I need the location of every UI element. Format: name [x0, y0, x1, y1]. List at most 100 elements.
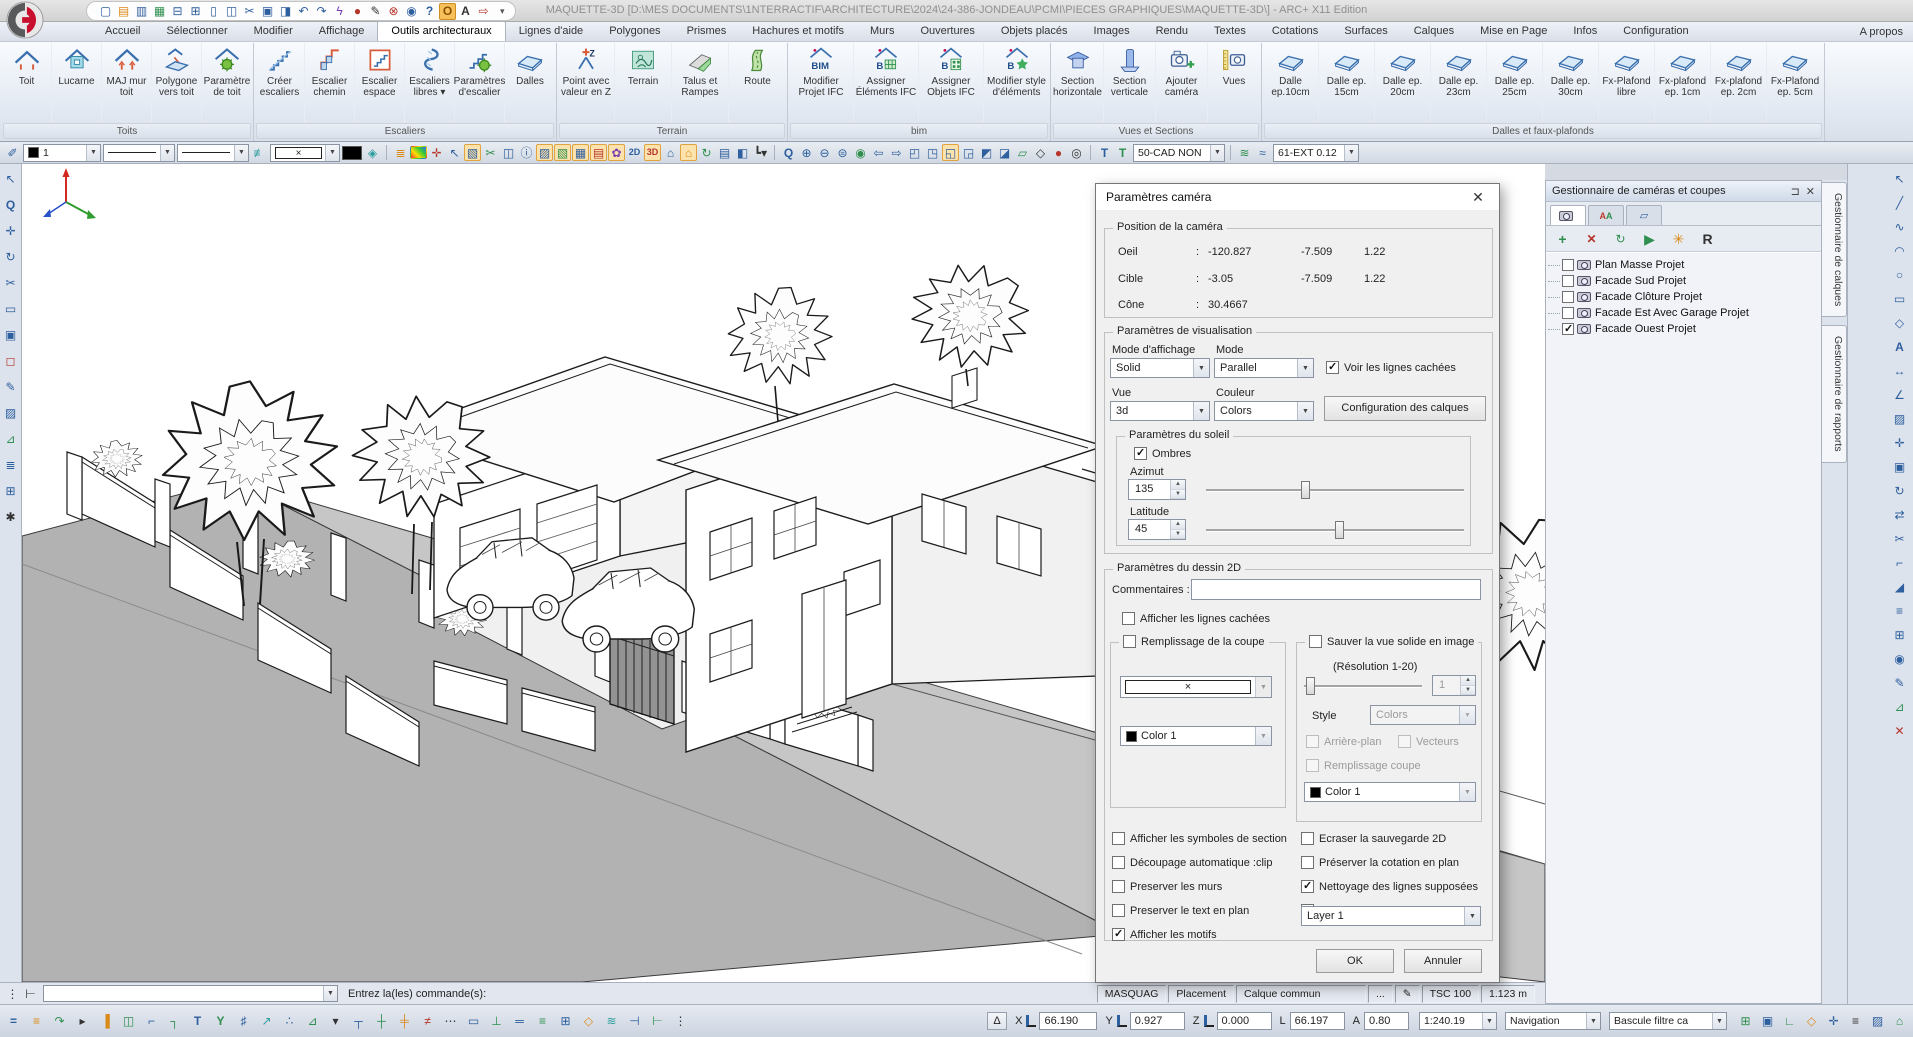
camera-checkbox[interactable]: [1562, 291, 1574, 303]
menu-tab-textes[interactable]: Textes: [1201, 22, 1259, 41]
workspace-status-icon[interactable]: ⌂: [1891, 1013, 1908, 1030]
snap-angle-icon[interactable]: ⊿: [304, 1013, 321, 1030]
camera-checkbox[interactable]: [1562, 275, 1574, 287]
camera-tree-item[interactable]: Facade Sud Projet: [1548, 273, 1819, 289]
pen-icon[interactable]: ✎: [1395, 985, 1420, 1003]
camera-tree-item[interactable]: Facade Ouest Projet: [1548, 321, 1819, 337]
mode-combo[interactable]: Navigation▼: [1505, 1012, 1601, 1030]
ribbon-button-dalle-ep-23cm[interactable]: Dalle ep. 23cm: [1431, 43, 1487, 122]
hatch-pattern-combo[interactable]: × ▼: [270, 144, 340, 162]
snap-plus-icon[interactable]: ⊞: [557, 1013, 574, 1030]
iso-view-nw-icon[interactable]: ◰: [906, 144, 923, 161]
close-icon[interactable]: ✕: [1467, 189, 1489, 206]
diamond-icon[interactable]: ◇: [1032, 144, 1049, 161]
snap-tick-icon[interactable]: ▾: [327, 1013, 344, 1030]
cameras-tab[interactable]: [1550, 205, 1586, 225]
new-view-icon[interactable]: ▱: [1014, 144, 1031, 161]
ribbon-button-param-tres-d-escalier[interactable]: Paramètres d'escalier: [455, 43, 505, 122]
copy-entity-icon[interactable]: ▣: [1891, 458, 1908, 475]
layer-visibility-icon[interactable]: ≋: [1236, 144, 1253, 161]
snap-diagonal-icon[interactable]: ↗: [258, 1013, 275, 1030]
text-param-icon[interactable]: T: [1114, 144, 1131, 161]
ribbon-button-cr-er-escaliers[interactable]: Créer escaliers: [255, 43, 305, 122]
layers-tool-icon[interactable]: ≣: [2, 456, 19, 473]
iso-view-bottom-icon[interactable]: ◪: [996, 144, 1013, 161]
snap-level-icon[interactable]: ≡: [534, 1013, 551, 1030]
menu-tab-s-lectionner[interactable]: Sélectionner: [153, 22, 240, 41]
copy-icon[interactable]: ▣: [259, 3, 276, 20]
plan-view-icon[interactable]: ⌂: [662, 144, 679, 161]
hatch-fill-icon[interactable]: ▨: [1891, 410, 1908, 427]
image-grid-icon[interactable]: ▤: [716, 144, 733, 161]
paint-view-icon[interactable]: ◧: [734, 144, 751, 161]
afficher-les-motifs-checkbox[interactable]: [1112, 928, 1125, 941]
reports-manager-vertical-tab[interactable]: Gestionnaire de rapports: [1822, 325, 1847, 463]
pattern-flower-icon[interactable]: ✿: [608, 144, 625, 161]
projection-mode-select[interactable]: Parallel▼: [1214, 358, 1314, 378]
settings-tool-icon[interactable]: ✱: [2, 508, 19, 525]
command-input-combo[interactable]: ▼: [43, 985, 338, 1002]
menu-tab-mise-en-page[interactable]: Mise en Page: [1467, 22, 1560, 41]
ribbon-button-section-verticale[interactable]: Section verticale: [1104, 43, 1156, 122]
move-entity-icon[interactable]: ✛: [1891, 434, 1908, 451]
draw-line-icon[interactable]: ╱: [1891, 194, 1908, 211]
section-fill-checkbox[interactable]: [1123, 635, 1136, 648]
save-icon[interactable]: ▥: [133, 3, 150, 20]
save-solid-checkbox[interactable]: [1309, 635, 1322, 648]
ribbon-button-dalle-ep-10cm[interactable]: Dalle ep.10cm: [1263, 43, 1319, 122]
zoom-in-icon[interactable]: ⊕: [798, 144, 815, 161]
iso-view-se-icon[interactable]: ◲: [960, 144, 977, 161]
cursor-icon[interactable]: ↖: [446, 144, 463, 161]
menu-tab-polygones[interactable]: Polygones: [596, 22, 673, 41]
osnap-status-icon[interactable]: ✛: [1825, 1013, 1842, 1030]
ribbon-button-terrain[interactable]: Terrain: [615, 43, 672, 122]
snap-grid-icon[interactable]: ♯: [235, 1013, 252, 1030]
camera-tree-item[interactable]: Plan Masse Projet: [1548, 257, 1819, 273]
text-style-combo[interactable]: 50-CAD NON ▼: [1133, 144, 1225, 162]
azimut-slider[interactable]: [1206, 480, 1464, 500]
copy-view-icon[interactable]: ◫: [500, 144, 517, 161]
draw-arc-icon[interactable]: ◠: [1891, 242, 1908, 259]
page-setup-icon[interactable]: ▯: [205, 3, 222, 20]
polar-status-icon[interactable]: ◇: [1803, 1013, 1820, 1030]
point-tool-icon[interactable]: ◉: [1891, 650, 1908, 667]
snap-points-icon[interactable]: ∴: [281, 1013, 298, 1030]
text-contrast-icon[interactable]: A: [457, 3, 474, 20]
menu-tab-murs[interactable]: Murs: [857, 22, 907, 41]
spin-down-icon[interactable]: ▼: [1171, 530, 1185, 540]
hidden-lines-checkbox[interactable]: [1326, 361, 1339, 374]
cut-icon[interactable]: ✂: [241, 3, 258, 20]
layer-combo[interactable]: 61-EXT 0.12 ▼: [1273, 144, 1359, 162]
view-previous-icon[interactable]: ⇦: [870, 144, 887, 161]
bend-snap-icon[interactable]: ┐: [166, 1013, 183, 1030]
preserver-les-murs-checkbox[interactable]: [1112, 880, 1125, 893]
info-icon[interactable]: ⓘ: [518, 144, 535, 161]
d-coupage-automatique-clip-checkbox[interactable]: [1112, 856, 1125, 869]
menu-tab-hachures-et-motifs[interactable]: Hachures et motifs: [739, 22, 857, 41]
ribbon-button-fx-plafond-ep-1cm[interactable]: Fx-plafond ep. 1cm: [1655, 43, 1711, 122]
menu-tab-infos[interactable]: Infos: [1560, 22, 1610, 41]
chevron-down-icon[interactable]: ▼: [1210, 145, 1224, 161]
grid-tool-icon[interactable]: ⊞: [2, 482, 19, 499]
undo-icon[interactable]: ↶: [295, 3, 312, 20]
delta-button[interactable]: Δ: [987, 1012, 1007, 1030]
y-coordinate-field[interactable]: 0.927: [1130, 1012, 1185, 1030]
update-camera-icon[interactable]: ↻: [1612, 230, 1629, 247]
configure-layers-button[interactable]: Configuration des calques: [1324, 396, 1486, 421]
spin-up-icon[interactable]: ▲: [1171, 520, 1185, 530]
hatch-tool-icon[interactable]: ▨: [2, 404, 19, 421]
ribbon-button-assigner-objets-ifc[interactable]: Assigner Objets IFC: [919, 43, 984, 122]
ok-button[interactable]: OK: [1316, 949, 1394, 973]
refresh-view-icon[interactable]: ↻: [698, 144, 715, 161]
layer-pen-icon[interactable]: ≈: [1254, 144, 1271, 161]
view-next-icon[interactable]: ⇨: [888, 144, 905, 161]
command-grip-icon[interactable]: ⋮: [4, 985, 21, 1002]
draw-circle-icon[interactable]: ○: [1891, 266, 1908, 283]
ecraser-la-sauvegarde-2d-checkbox[interactable]: [1301, 832, 1314, 845]
snap-t-icon[interactable]: T: [189, 1013, 206, 1030]
fill-pattern-combo[interactable]: × ▼: [1120, 676, 1272, 698]
ribbon-button-talus-et-rampes[interactable]: Talus et Rampes: [672, 43, 729, 122]
pen-number-combo[interactable]: 1 ▼: [23, 144, 101, 162]
camera-tree-item[interactable]: Facade Clôture Projet: [1548, 289, 1819, 305]
render-r-icon[interactable]: R: [1699, 230, 1716, 247]
